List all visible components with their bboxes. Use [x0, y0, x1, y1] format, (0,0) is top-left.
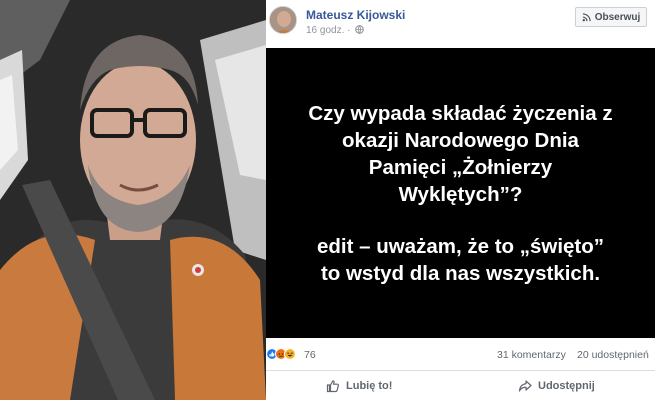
follow-button[interactable]: Obserwuj	[575, 7, 647, 27]
image-edit-text: edit – uważam, że to „święto” to wstyd d…	[316, 234, 605, 285]
share-label: Udostępnij	[538, 379, 595, 392]
facebook-post: Mateusz Kijowski 16 godz. · Obserwuj Czy…	[266, 0, 655, 400]
post-time[interactable]: 16 godz. ·	[306, 25, 350, 36]
author-avatar[interactable]	[269, 6, 297, 34]
shares-count[interactable]: 20 udostępnień	[577, 349, 649, 361]
post-image[interactable]: Czy wypada składać życzenia z okazji Nar…	[266, 48, 655, 338]
thumbs-up-icon	[326, 379, 340, 392]
like-label: Lubię to!	[346, 379, 393, 392]
reactions-bar: 76 31 komentarzy 20 udostępnień	[266, 338, 655, 370]
image-question-text: Czy wypada składać życzenia z okazji Nar…	[308, 101, 613, 206]
like-button[interactable]: Lubię to!	[326, 371, 392, 400]
share-arrow-icon	[518, 379, 532, 392]
post-meta: 16 godz. ·	[306, 25, 365, 36]
follow-label: Obserwuj	[594, 11, 641, 23]
video-thumbnail[interactable]	[0, 0, 266, 400]
avatar-image	[270, 7, 296, 33]
globe-icon[interactable]	[355, 25, 365, 34]
haha-icon	[284, 348, 296, 360]
author-name[interactable]: Mateusz Kijowski	[306, 8, 405, 22]
reaction-count[interactable]: 76	[304, 349, 316, 361]
post-header: Mateusz Kijowski 16 godz. · Obserwuj	[266, 0, 655, 48]
person-photo	[0, 0, 266, 400]
share-button[interactable]: Udostępnij	[518, 371, 595, 400]
reaction-icons[interactable]	[266, 348, 296, 360]
post-actions: Lubię to! Udostępnij	[266, 371, 655, 400]
rss-icon	[582, 12, 591, 21]
comments-count[interactable]: 31 komentarzy	[497, 349, 566, 361]
